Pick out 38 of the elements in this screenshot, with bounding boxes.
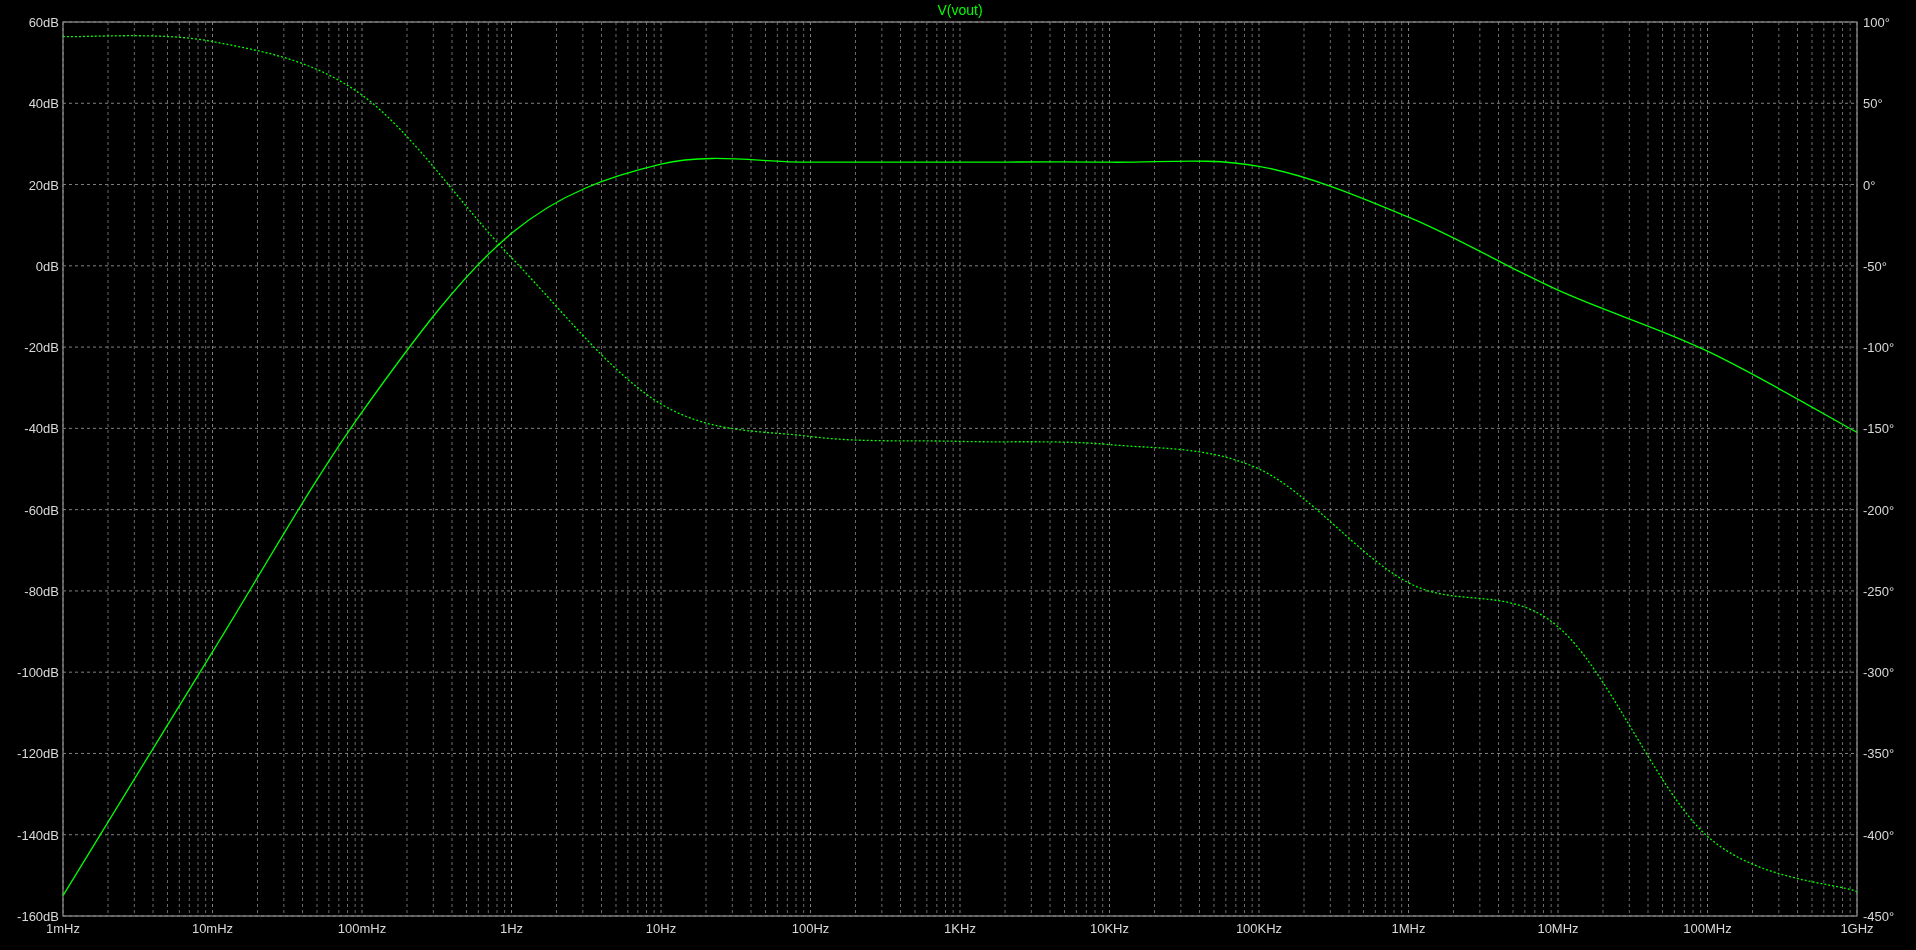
y-axis-label: -40dB [24, 421, 59, 437]
y-axis-label: -60dB [24, 502, 59, 518]
x-axis-label: 1MHz [1391, 921, 1426, 936]
x-axis-label: 10MHz [1537, 921, 1579, 936]
y-axis-label: 60dB [28, 15, 59, 30]
x-axis-label: 10KHz [1090, 921, 1129, 936]
y-axis-label: -200° [1863, 502, 1895, 518]
x-axis-label: 1mHz [46, 921, 80, 936]
y-axis-label: -300° [1863, 665, 1895, 681]
x-axis-label: 100mHz [337, 921, 387, 936]
y-axis-label: 0° [1863, 177, 1876, 193]
y-axis-label: -50° [1863, 258, 1887, 274]
y-axis-label: -350° [1863, 746, 1895, 762]
x-axis-label: 100MHz [1683, 921, 1732, 936]
x-axis-label: 100KHz [1235, 921, 1283, 936]
y-axis-label: -80dB [24, 583, 59, 599]
x-axis-label: 1KHz [944, 921, 976, 936]
y-axis-label: -120dB [17, 746, 59, 762]
y-axis-label: -450° [1863, 909, 1895, 924]
y-axis-label: -100dB [17, 665, 59, 681]
x-axis-label: 1GHz [1840, 921, 1874, 936]
y-axis-label: 0dB [35, 258, 59, 274]
y-axis-label: 20dB [28, 177, 59, 193]
y-axis-label: -400° [1863, 827, 1895, 843]
y-axis-label: -140dB [17, 827, 59, 843]
y-axis-label: 100° [1863, 15, 1890, 30]
y-axis-label: -250° [1863, 583, 1895, 599]
y-axis-label: 50° [1863, 96, 1883, 112]
x-axis-label: 100Hz [791, 921, 830, 936]
y-axis-label: -150° [1863, 421, 1895, 437]
y-axis-label: 40dB [28, 96, 59, 112]
x-axis-label: 10Hz [645, 921, 677, 936]
y-axis-label: -160dB [17, 909, 59, 924]
y-axis-label: -20dB [24, 340, 59, 356]
chart-title: V(vout) [937, 2, 983, 18]
x-axis-label: 10mHz [191, 921, 234, 936]
y-axis-label: -100° [1863, 340, 1895, 356]
x-axis-label: 1Hz [499, 921, 524, 936]
